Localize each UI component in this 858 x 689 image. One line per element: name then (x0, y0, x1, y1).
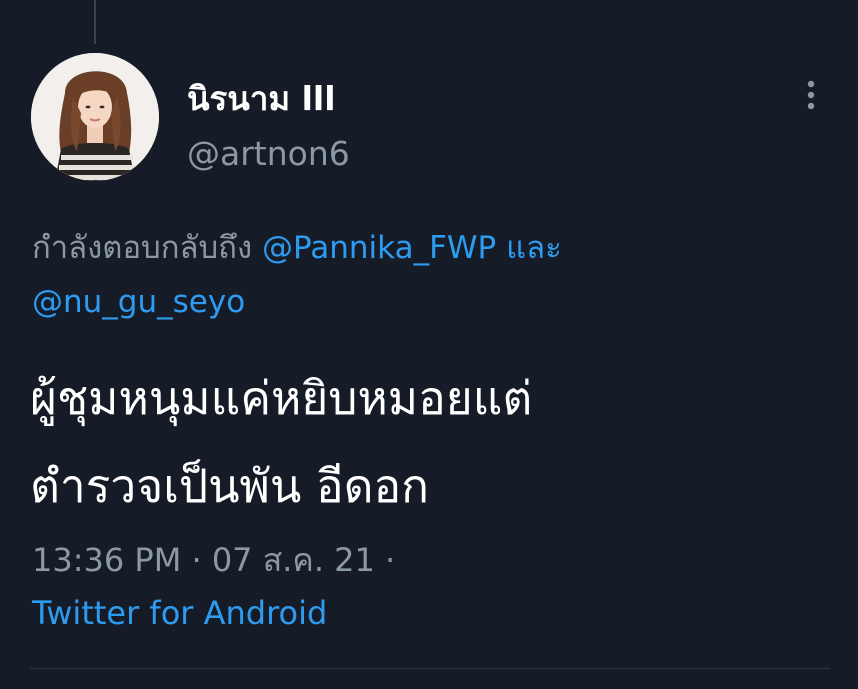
reply-joiner: และ (506, 230, 562, 266)
tweet-text-line: ตำรวจเป็นพัน อีดอก (30, 459, 429, 513)
reply-context-line-2: @nu_gu_seyo (32, 284, 245, 320)
avatar-image (31, 53, 159, 181)
mention-link[interactable]: @Pannika_FWP (262, 230, 496, 266)
divider (30, 668, 830, 669)
avatar[interactable] (31, 53, 159, 181)
meta-separator: · (191, 541, 202, 579)
thread-connector-line (94, 0, 96, 44)
tweet-time[interactable]: 13:36 PM (32, 541, 181, 579)
author-display-name[interactable]: นิรนาม lll (187, 72, 336, 125)
reply-context: กำลังตอบกลับถึง @Pannika_FWP และ (32, 222, 562, 272)
meta-separator: · (385, 541, 396, 579)
mention-link[interactable]: @nu_gu_seyo (32, 284, 245, 320)
tweet-source-link[interactable]: Twitter for Android (32, 594, 327, 632)
reply-prefix: กำลังตอบกลับถึง (32, 230, 253, 266)
more-vertical-icon[interactable] (801, 76, 821, 116)
tweet-text-line: ผู้ชุมหนุมแค่หยิบหมอยแต่ (30, 371, 533, 425)
tweet-meta: 13:36 PM · 07 ส.ค. 21 · (32, 535, 395, 586)
author-handle[interactable]: @artnon6 (187, 134, 350, 173)
tweet-date[interactable]: 07 ส.ค. 21 (212, 541, 375, 579)
